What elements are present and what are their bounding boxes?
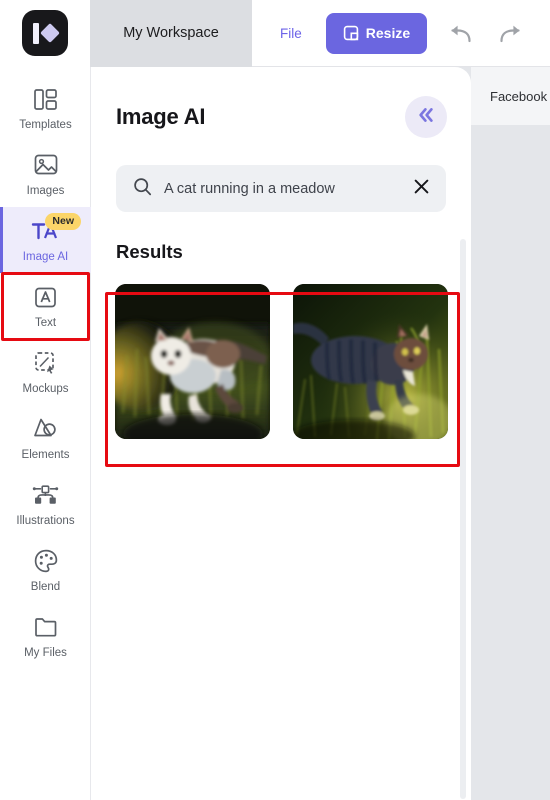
file-menu-label: File [280, 25, 302, 41]
sidebar-item-label: Blend [30, 580, 61, 593]
search-input[interactable]: A cat running in a meadow [164, 181, 401, 197]
logo-mark [22, 10, 68, 56]
sidebar-item-label: Templates [19, 118, 72, 131]
undo-icon[interactable] [447, 20, 473, 46]
sidebar-item-label: Images [26, 184, 65, 197]
sidebar-item-label: Elements [21, 448, 70, 461]
workspace-tab-label: My Workspace [123, 25, 219, 41]
resize-button[interactable]: Resize [325, 12, 428, 54]
my-files-icon [33, 614, 59, 641]
sidebar-item-templates[interactable]: Templates [0, 75, 91, 141]
panel-scrollbar[interactable] [460, 239, 466, 799]
templates-icon [33, 86, 58, 113]
sidebar-item-illustrations[interactable]: Illustrations [0, 471, 91, 537]
collapse-panel-button[interactable] [405, 96, 447, 138]
result-thumbnail[interactable] [115, 284, 270, 439]
images-icon [33, 152, 59, 179]
new-badge: New [45, 213, 81, 231]
blend-icon [33, 548, 59, 575]
app-root: My Workspace File Resize Templates Image… [0, 0, 550, 800]
left-sidebar: Templates Images New Image AI Text Mocku… [0, 67, 91, 800]
canvas-area: Facebook [471, 67, 550, 800]
logo-diamond-shape [40, 23, 60, 43]
sidebar-item-label: Text [34, 316, 57, 329]
clear-search-icon[interactable] [413, 178, 430, 200]
double-chevron-left-icon [416, 106, 436, 129]
workspace-tab[interactable]: My Workspace [90, 0, 252, 67]
sidebar-item-blend[interactable]: Blend [0, 537, 91, 603]
app-logo[interactable] [0, 0, 90, 67]
sidebar-item-image-ai[interactable]: New Image AI [0, 207, 91, 273]
sidebar-item-label: Mockups [22, 382, 69, 395]
canvas-tab-facebook[interactable]: Facebook [471, 67, 550, 125]
resize-label: Resize [365, 25, 411, 41]
result-thumbnail[interactable] [293, 284, 448, 439]
illustrations-icon [32, 482, 59, 509]
sidebar-item-text[interactable]: Text [0, 273, 91, 339]
text-icon [33, 284, 58, 311]
result-image-1 [115, 284, 270, 439]
results-heading: Results [116, 241, 183, 262]
image-ai-panel: Image AI A cat running in a meadow Resul… [91, 67, 471, 800]
panel-header: Image AI [91, 67, 471, 138]
sidebar-item-label: My Files [24, 646, 67, 659]
sidebar-item-my-files[interactable]: My Files [0, 603, 91, 669]
search-bar[interactable]: A cat running in a meadow [116, 165, 446, 212]
sidebar-item-label: Illustrations [16, 514, 75, 527]
resize-icon [343, 25, 359, 41]
sidebar-item-mockups[interactable]: Mockups [0, 339, 91, 405]
sidebar-item-label: Image AI [22, 250, 69, 263]
logo-bar-shape [33, 22, 39, 44]
file-menu-button[interactable]: File [280, 26, 302, 41]
redo-icon[interactable] [497, 20, 523, 46]
mockups-icon [33, 350, 59, 377]
canvas-tab-label: Facebook [490, 88, 548, 104]
page-title: Image AI [116, 104, 206, 129]
result-image-2 [293, 284, 448, 439]
sidebar-item-images[interactable]: Images [0, 141, 91, 207]
search-icon [133, 177, 152, 201]
sidebar-item-elements[interactable]: Elements [0, 405, 91, 471]
top-toolbar: My Workspace File Resize [0, 0, 550, 67]
results-grid [115, 284, 471, 439]
elements-icon [32, 416, 59, 443]
